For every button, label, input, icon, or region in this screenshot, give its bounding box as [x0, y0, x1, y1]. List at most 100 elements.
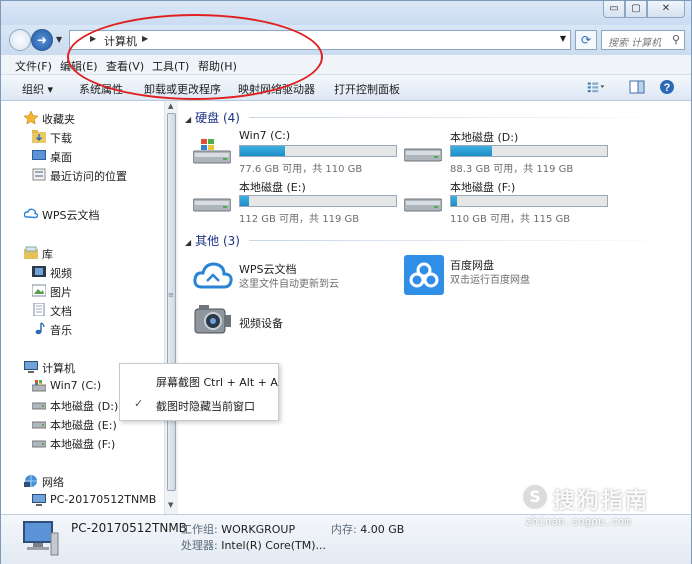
drive-usage-bar — [450, 145, 608, 157]
screenshot-context-menu: 屏幕截图 Ctrl + Alt + A ✓ 截图时隐藏当前窗口 — [119, 363, 279, 421]
group-header-drives[interactable]: ◢ 硬盘 (4) — [185, 109, 240, 126]
refresh-button[interactable]: ⟳ — [575, 30, 597, 50]
content-area: ◢ 硬盘 (4) Win7 (C:) 77.6 GB 可用，共 110 GB 本地… — [179, 101, 691, 514]
back-button[interactable] — [9, 29, 31, 51]
system-drive-icon — [193, 139, 231, 164]
hard-drive-icon — [193, 198, 231, 212]
hard-drive-icon — [404, 198, 442, 212]
forward-button[interactable]: ➜ — [31, 29, 53, 51]
help-icon[interactable]: ? — [658, 79, 676, 95]
nav-pictures-label: 图片 — [50, 286, 72, 299]
nav-music-label: 音乐 — [50, 324, 72, 337]
item-description: 双击运行百度网盘 — [450, 275, 530, 286]
wps-cloud-item[interactable]: WPS云文档 这里文件自动更新到云 — [193, 259, 393, 299]
nav-library-label: 库 — [42, 248, 53, 261]
watermark-url: zhinan.sogou.com — [525, 515, 631, 528]
recent-places-icon — [32, 168, 46, 181]
organize-button[interactable]: 组织 ▾ — [22, 81, 53, 97]
download-folder-icon — [32, 130, 46, 143]
nav-desktop-label: 桌面 — [50, 151, 72, 164]
menu-item-screenshot[interactable]: 屏幕截图 Ctrl + Alt + A — [156, 374, 278, 390]
drive-usage-bar — [450, 195, 608, 207]
search-placeholder: 搜索 计算机 — [608, 38, 662, 49]
group-header-other[interactable]: ◢ 其他 (3) — [185, 232, 240, 249]
sogou-watermark: S 搜狗指南 zhinan.sogou.com — [521, 481, 681, 537]
memory-info: 内存: 4.00 GB — [331, 523, 405, 536]
nav-downloads-label: 下载 — [50, 132, 72, 145]
drive-info: 77.6 GB 可用，共 110 GB — [239, 164, 363, 175]
minimize-button[interactable]: ▭ — [603, 1, 625, 18]
video-device-item[interactable]: 视频设备 — [193, 303, 393, 343]
processor-info: 处理器: Intel(R) Core(TM)... — [181, 539, 327, 552]
drive-e[interactable]: 本地磁盘 (E:) 112 GB 可用，共 119 GB — [193, 179, 413, 225]
nav-drive-d-label: 本地磁盘 (D:) — [50, 400, 119, 413]
drive-f[interactable]: 本地磁盘 (F:) 110 GB 可用，共 115 GB — [404, 179, 624, 225]
scroll-up-icon[interactable]: ▲ — [168, 102, 173, 110]
address-dropdown-icon[interactable]: ▼ — [560, 34, 566, 43]
item-description: 这里文件自动更新到云 — [239, 279, 339, 290]
drive-info: 110 GB 可用，共 115 GB — [450, 214, 571, 225]
baidu-netdisk-icon — [404, 255, 444, 295]
menu-item-hide-window[interactable]: 截图时隐藏当前窗口 — [156, 398, 255, 414]
close-button[interactable]: ✕ — [647, 1, 685, 18]
computer-icon — [23, 521, 59, 556]
scroll-grip-icon: ≡ — [168, 291, 174, 299]
library-icon — [24, 246, 38, 259]
pc-name: PC-20170512TNMB — [71, 521, 187, 535]
nav-computer-label: 计算机 — [42, 362, 75, 375]
system-drive-icon — [32, 380, 46, 392]
menu-file[interactable]: 文件(F) — [15, 58, 52, 74]
documents-icon — [33, 303, 45, 316]
navigation-pane: 收藏夹 下载 桌面 最近访问的位置 WPS云文档 库 视频 图片 文档 音乐 计… — [1, 101, 164, 514]
nav-pc-label: PC-20170512TNMB — [50, 493, 157, 506]
sogou-logo-icon: S — [521, 483, 549, 511]
wps-cloud-icon — [193, 262, 233, 289]
wps-cloud-icon — [24, 208, 38, 219]
preview-pane-icon[interactable] — [628, 79, 646, 95]
computer-icon — [24, 361, 38, 373]
drive-usage-bar — [239, 145, 397, 157]
maximize-button[interactable]: ▢ — [625, 1, 647, 18]
nav-documents-label: 文档 — [50, 305, 72, 318]
camera-icon — [194, 305, 231, 334]
nav-drive-f-label: 本地磁盘 (F:) — [50, 438, 116, 451]
drive-d[interactable]: 本地磁盘 (D:) 88.3 GB 可用，共 119 GB — [404, 129, 624, 175]
pictures-icon — [32, 284, 46, 297]
nav-recent-label: 最近访问的位置 — [50, 170, 127, 183]
drive-info: 88.3 GB 可用，共 119 GB — [450, 164, 574, 175]
workgroup-info: 工作组: WORKGROUP — [181, 523, 296, 536]
network-icon — [24, 475, 37, 487]
videos-icon — [32, 266, 46, 277]
group-divider — [249, 240, 685, 241]
drive-name: Win7 (C:) — [239, 129, 291, 142]
desktop-icon — [32, 150, 46, 160]
search-input[interactable]: 搜索 计算机 ⚲ — [601, 30, 685, 50]
nav-scrollbar[interactable]: ▲ ≡ ▼ — [164, 101, 178, 514]
title-bar: ▭ ▢ ✕ — [1, 1, 691, 25]
computer-icon — [32, 494, 46, 506]
nav-favorites-label: 收藏夹 — [42, 113, 75, 126]
star-icon — [24, 111, 38, 124]
nav-videos-label: 视频 — [50, 267, 72, 280]
hard-drive-icon — [32, 421, 46, 429]
music-icon — [35, 322, 45, 335]
view-options-icon[interactable] — [587, 79, 605, 95]
drive-name: 本地磁盘 (D:) — [450, 131, 519, 144]
nav-wps-cloud-label: WPS云文档 — [42, 209, 100, 222]
hard-drive-icon — [404, 148, 442, 162]
collapse-icon[interactable]: ◢ — [185, 115, 191, 124]
baidu-netdisk-item[interactable]: 百度网盘 双击运行百度网盘 — [404, 255, 604, 295]
drive-c[interactable]: Win7 (C:) 77.6 GB 可用，共 110 GB — [193, 129, 413, 175]
search-icon[interactable]: ⚲ — [672, 33, 680, 46]
drive-info: 112 GB 可用，共 119 GB — [239, 214, 360, 225]
nav-drive-c-label: Win7 (C:) — [50, 379, 102, 392]
scroll-down-icon[interactable]: ▼ — [168, 501, 173, 509]
annotation-ellipse — [67, 14, 323, 100]
hard-drive-icon — [32, 402, 46, 410]
group-divider — [249, 117, 685, 118]
svg-text:?: ? — [664, 82, 671, 94]
collapse-icon[interactable]: ◢ — [185, 238, 191, 247]
open-control-panel-button[interactable]: 打开控制面板 — [334, 81, 400, 97]
scroll-thumb[interactable] — [167, 113, 176, 491]
history-dropdown-icon[interactable]: ▼ — [56, 35, 62, 44]
